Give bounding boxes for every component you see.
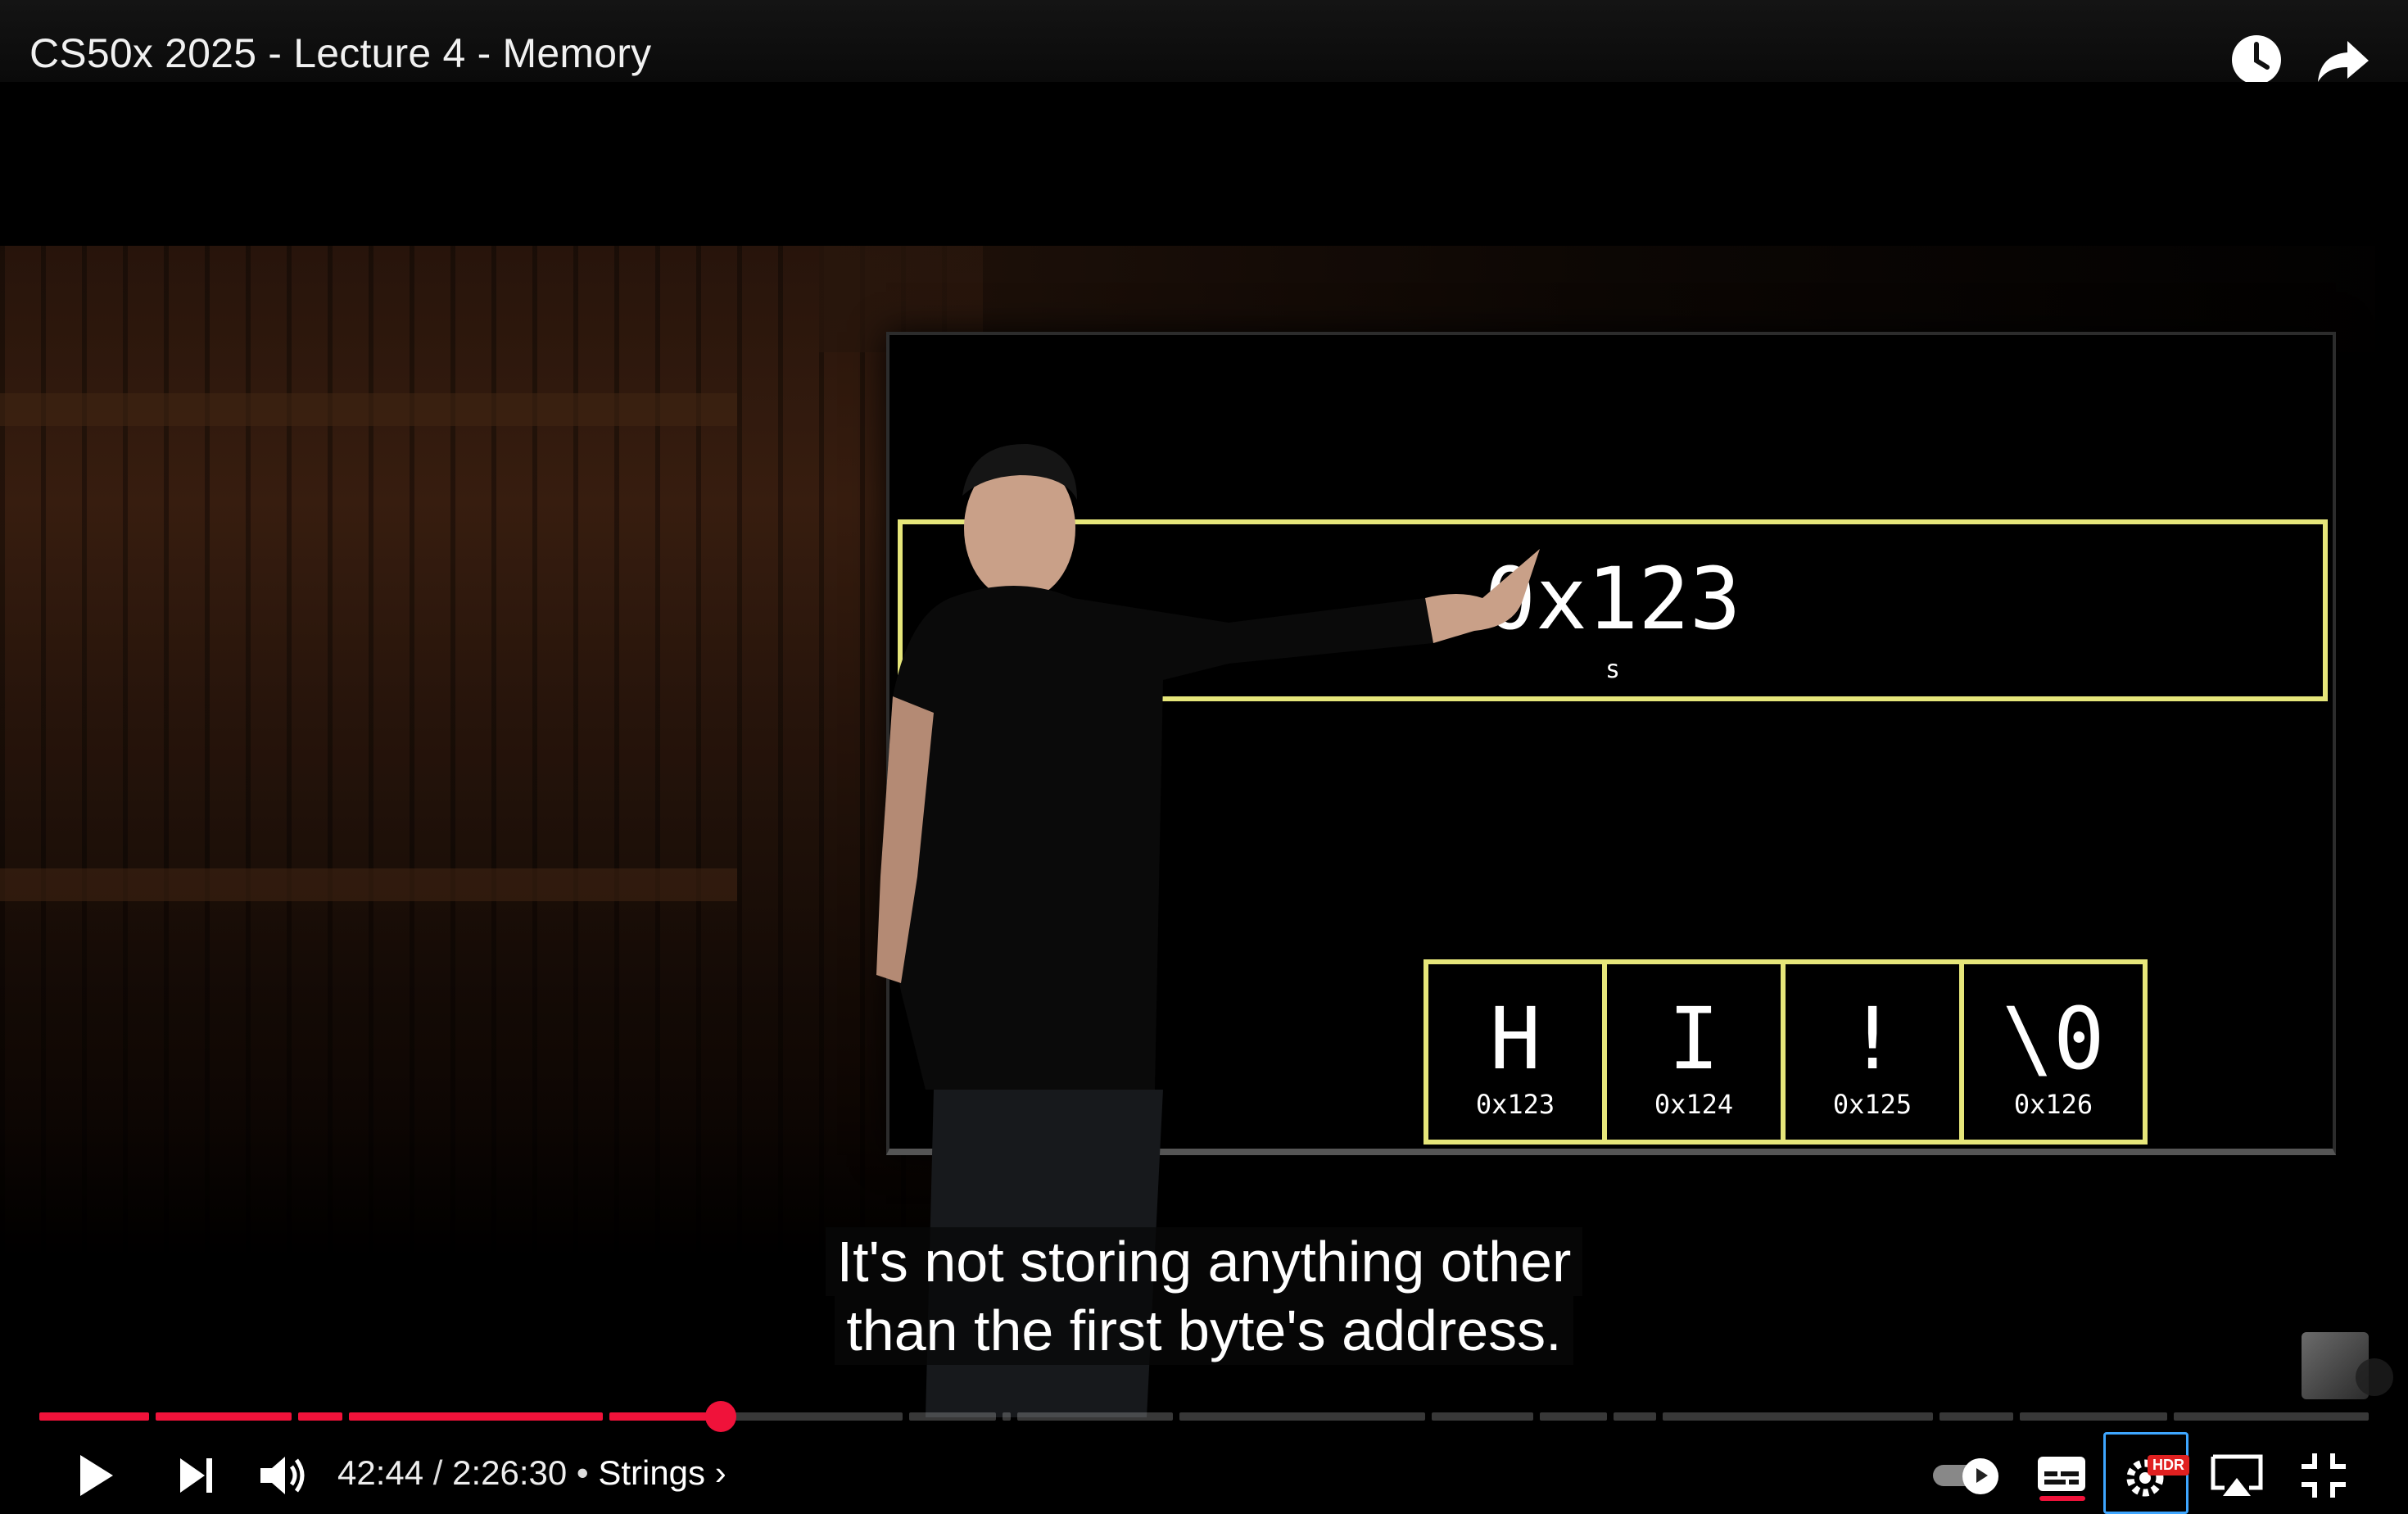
- exit-fullscreen-icon: [2302, 1453, 2346, 1498]
- cell-char: \0: [2002, 989, 2105, 1089]
- clock-icon[interactable]: [2228, 31, 2285, 88]
- progress-segment[interactable]: [609, 1412, 721, 1421]
- progress-segment[interactable]: [1003, 1412, 1011, 1421]
- progress-segment[interactable]: [156, 1412, 292, 1421]
- progress-scrubber[interactable]: [705, 1401, 736, 1432]
- cell-address: 0x125: [1832, 1089, 1912, 1120]
- progress-segment[interactable]: [1432, 1412, 1533, 1421]
- progress-segment[interactable]: [1614, 1412, 1656, 1421]
- progress-segment[interactable]: [349, 1412, 603, 1421]
- volume-icon: [260, 1457, 305, 1494]
- current-time: 42:44: [337, 1453, 424, 1492]
- progress-segment[interactable]: [2020, 1412, 2167, 1421]
- subtitles-active-indicator: [2039, 1496, 2085, 1501]
- video-player[interactable]: CS50x 2025 - Lecture 4 - Memory 0x123 s …: [0, 0, 2408, 1514]
- video-title[interactable]: CS50x 2025 - Lecture 4 - Memory: [29, 29, 651, 77]
- chapter-chevron-icon[interactable]: ›: [715, 1453, 726, 1492]
- progress-segment[interactable]: [298, 1412, 342, 1421]
- caption-line: It's not storing anything other: [825, 1227, 1583, 1296]
- share-icon[interactable]: [2315, 31, 2372, 88]
- progress-segment[interactable]: [1017, 1412, 1173, 1421]
- duration: 2:26:30: [452, 1453, 568, 1492]
- progress-segment[interactable]: [909, 1412, 996, 1421]
- cell-char: I: [1668, 989, 1720, 1089]
- progress-segment[interactable]: [1179, 1412, 1425, 1421]
- progress-segment[interactable]: [39, 1412, 149, 1421]
- control-bar: 42:44 / 2:26:30 • Strings › HDR: [0, 1432, 2408, 1514]
- next-button[interactable]: [167, 1447, 224, 1504]
- exit-fullscreen-button[interactable]: [2295, 1447, 2352, 1504]
- autoplay-toggle[interactable]: [1933, 1458, 2003, 1494]
- cell-char: !: [1846, 989, 1899, 1089]
- memory-cell: \0 0x126: [1964, 964, 2143, 1140]
- play-icon: [80, 1455, 113, 1496]
- chapter-title[interactable]: Strings: [598, 1453, 705, 1492]
- caption-line: than the first byte's address.: [835, 1296, 1573, 1365]
- cell-address: 0x126: [2013, 1089, 2093, 1120]
- time-display: 42:44 / 2:26:30 • Strings ›: [337, 1448, 726, 1498]
- progress-bar[interactable]: [39, 1401, 2369, 1432]
- progress-segment[interactable]: [1940, 1412, 2013, 1421]
- progress-segment[interactable]: [721, 1412, 903, 1421]
- memory-cell: I 0x124: [1607, 964, 1786, 1140]
- progress-segment[interactable]: [2174, 1412, 2369, 1421]
- progress-segment[interactable]: [1663, 1412, 1933, 1421]
- airplay-icon: [2211, 1454, 2263, 1496]
- video-frame[interactable]: 0x123 s H 0x123 I 0x124 ! 0x125 \0 0x126: [0, 82, 2408, 1417]
- time-separator: /: [423, 1453, 453, 1492]
- screen-capture-icon[interactable]: [2356, 1358, 2393, 1396]
- hdr-badge: HDR: [2148, 1455, 2189, 1475]
- progress-segment[interactable]: [1540, 1412, 1607, 1421]
- memory-cell: ! 0x125: [1786, 964, 1964, 1140]
- title-bar: CS50x 2025 - Lecture 4 - Memory: [0, 0, 2408, 84]
- captions: It's not storing anything other than the…: [0, 1227, 2408, 1365]
- play-button[interactable]: [66, 1447, 123, 1504]
- airplay-button[interactable]: [2208, 1447, 2265, 1504]
- chapter-separator: •: [567, 1453, 599, 1492]
- cell-address: 0x124: [1654, 1089, 1734, 1120]
- next-icon: [180, 1458, 212, 1493]
- volume-button[interactable]: [254, 1447, 311, 1504]
